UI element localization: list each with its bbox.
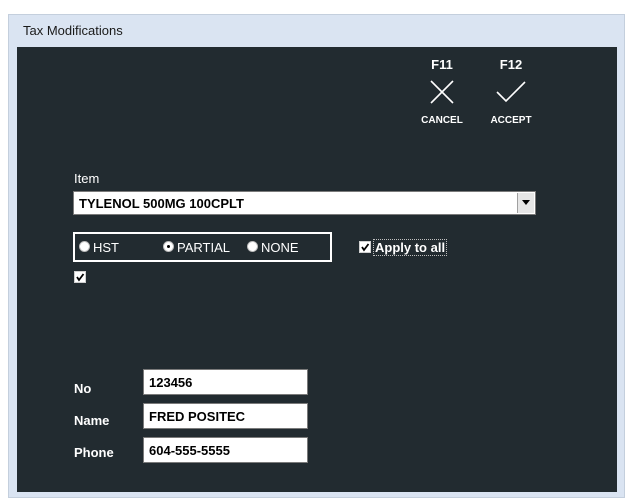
item-select[interactable]: TYLENOL 500MG 100CPLT (73, 191, 536, 215)
no-label: No (74, 381, 92, 396)
item-selected-value: TYLENOL 500MG 100CPLT (79, 196, 244, 211)
phone-label: Phone (74, 445, 114, 460)
radio-partial-indicator[interactable] (163, 241, 174, 252)
customer-name-value: FRED POSITEC (149, 409, 246, 424)
dialog-body: F11 CANCEL F12 ACCEPT Item TYLENOL 500MG… (17, 47, 617, 492)
customer-name-field[interactable]: FRED POSITEC (143, 403, 308, 429)
title-bar[interactable]: Tax Modifications (9, 15, 624, 47)
tax-radio-group: HST PARTIAL NONE (73, 232, 332, 262)
accept-button[interactable]: F12 ACCEPT (486, 57, 536, 126)
window-title: Tax Modifications (23, 23, 123, 38)
checkmark-icon (496, 81, 526, 103)
name-label: Name (74, 413, 110, 428)
cancel-key-label: F11 (431, 57, 453, 72)
customer-phone-value: 604-555-5555 (149, 443, 230, 458)
customer-no-field[interactable]: 123456 (143, 369, 308, 395)
tax-modifications-window: Tax Modifications F11 CANCEL F12 ACCEPT … (8, 14, 625, 498)
customer-no-value: 123456 (149, 375, 193, 390)
close-icon (430, 80, 454, 104)
tax-exempt-checkbox[interactable] (74, 271, 86, 283)
checkmark-icon (76, 273, 85, 282)
radio-none-label: NONE (261, 240, 299, 255)
item-label: Item (74, 171, 100, 186)
cancel-label: CANCEL (421, 115, 463, 126)
radio-none-indicator[interactable] (247, 241, 258, 252)
chevron-down-icon (522, 200, 530, 205)
cancel-button[interactable]: F11 CANCEL (417, 57, 467, 126)
customer-phone-field[interactable]: 604-555-5555 (143, 437, 308, 463)
accept-label: ACCEPT (490, 115, 532, 126)
checkmark-icon (361, 243, 370, 252)
radio-hst-label: HST (93, 240, 119, 255)
radio-partial-label: PARTIAL (177, 240, 230, 255)
dropdown-button[interactable] (517, 193, 534, 213)
apply-to-all-label[interactable]: Apply to all (372, 239, 448, 256)
apply-to-all-checkbox[interactable] (359, 241, 371, 253)
accept-key-label: F12 (499, 57, 523, 72)
radio-hst-indicator[interactable] (79, 241, 90, 252)
